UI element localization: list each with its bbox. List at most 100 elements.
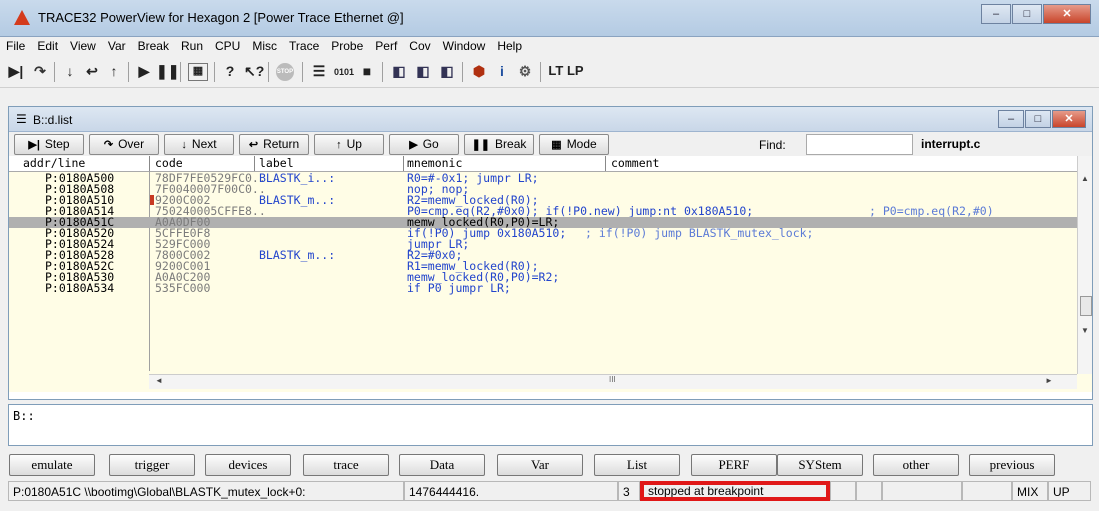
menu-view[interactable]: View xyxy=(64,37,102,53)
window-controls: ‒ □ ✕ xyxy=(980,4,1091,24)
softkey-list[interactable]: List xyxy=(594,454,680,476)
status-cell xyxy=(830,481,856,501)
symbol-icon[interactable]: ◧ xyxy=(414,63,432,81)
scroll-up-arrow-icon[interactable]: ▲ xyxy=(1081,174,1089,183)
menu-break[interactable]: Break xyxy=(132,37,175,53)
list-maximize-button[interactable]: □ xyxy=(1025,110,1051,128)
col-header-comment[interactable]: comment xyxy=(611,156,659,170)
toolbar-separator xyxy=(180,62,181,82)
menu-edit[interactable]: Edit xyxy=(31,37,64,53)
softkey-devices[interactable]: devices xyxy=(205,454,291,476)
ptr-icon[interactable]: ⬢ xyxy=(470,63,488,81)
over-button[interactable]: ↷ Over xyxy=(89,134,159,155)
col-header-addr[interactable]: addr/line xyxy=(23,156,85,170)
horizontal-scroll-grip[interactable]: III xyxy=(609,375,616,384)
stop-icon[interactable]: STOP xyxy=(276,63,294,81)
scroll-right-arrow-icon[interactable]: ► xyxy=(1045,376,1053,385)
list-minimize-button[interactable]: ‒ xyxy=(998,110,1024,128)
listing-row[interactable]: P:0180A534 535FC000 if P0 jumpr LR; xyxy=(9,282,1077,294)
mode-icon: ▦ xyxy=(551,139,562,151)
list-icon[interactable]: ☰ xyxy=(310,63,328,81)
context-help-icon[interactable]: ↖? xyxy=(244,63,264,81)
menu-file[interactable]: File xyxy=(0,37,31,53)
go-icon[interactable]: ▶ xyxy=(136,63,152,81)
softkey-trigger[interactable]: trigger xyxy=(109,454,195,476)
softkey-trace[interactable]: trace xyxy=(303,454,389,476)
scroll-left-arrow-icon[interactable]: ◄ xyxy=(155,376,163,385)
register-icon[interactable]: ■ xyxy=(358,63,376,81)
softkey-other[interactable]: other xyxy=(873,454,959,476)
settings-icon[interactable]: ⚙ xyxy=(516,63,534,81)
status-state: stopped at breakpoint xyxy=(640,481,830,501)
maximize-button[interactable]: □ xyxy=(1012,4,1042,24)
menu-trace[interactable]: Trace xyxy=(283,37,325,53)
find-input[interactable] xyxy=(806,134,913,155)
up-icon[interactable]: ↑ xyxy=(106,63,122,81)
toolbar-separator xyxy=(462,62,463,82)
column-divider[interactable] xyxy=(149,156,150,171)
break-button[interactable]: ❚❚ Break xyxy=(464,134,534,155)
info-icon[interactable]: i xyxy=(494,63,510,81)
over-icon[interactable]: ↷ xyxy=(32,63,48,81)
var-icon[interactable]: ◧ xyxy=(438,63,456,81)
status-mode: MIX xyxy=(1012,481,1048,501)
softkey-perf[interactable]: PERF xyxy=(691,454,777,476)
softkey-var[interactable]: Var xyxy=(497,454,583,476)
return-icon[interactable]: ↩ xyxy=(84,63,100,81)
go-button[interactable]: ▶ Go xyxy=(389,134,459,155)
close-button[interactable]: ✕ xyxy=(1043,4,1091,24)
column-divider[interactable] xyxy=(403,156,404,171)
col-header-code[interactable]: code xyxy=(155,156,183,170)
menu-var[interactable]: Var xyxy=(102,37,132,53)
list-button-row: ▶| Step ↷ Over ↓ Next ↩ Return ↑ Up ▶ Go ❚❚ Bre… xyxy=(9,132,1092,156)
softkey-emulate[interactable]: emulate xyxy=(9,454,95,476)
list-close-button[interactable]: ✕ xyxy=(1052,110,1086,128)
listing-horizontal-scrollbar[interactable]: ◄ III ► xyxy=(149,374,1077,389)
menu-help[interactable]: Help xyxy=(491,37,528,53)
mode-button[interactable]: ▦ Mode xyxy=(539,134,609,155)
status-count: 3 xyxy=(618,481,640,501)
command-line-input[interactable]: B:: xyxy=(8,404,1093,446)
softkey-system[interactable]: SYStem xyxy=(777,454,863,476)
memory-icon[interactable]: 0101 xyxy=(334,63,354,81)
step-icon[interactable]: ▶| xyxy=(8,63,24,81)
mode-icon[interactable]: ▦ xyxy=(188,63,208,81)
over-icon: ↷ xyxy=(103,139,114,151)
status-location: P:0180A51C \\bootimg\Global\BLASTK_mutex… xyxy=(8,481,404,501)
go-icon: ▶ xyxy=(409,139,418,151)
status-value: 1476444416. xyxy=(404,481,618,501)
next-button[interactable]: ↓ Next xyxy=(164,134,234,155)
next-icon: ↓ xyxy=(181,139,187,151)
column-divider[interactable] xyxy=(605,156,606,171)
help-icon[interactable]: ? xyxy=(222,63,238,81)
softkey-data[interactable]: Data xyxy=(399,454,485,476)
break-list-icon[interactable]: ◧ xyxy=(390,63,408,81)
source-file-name: interrupt.c xyxy=(921,137,981,151)
menu-perf[interactable]: Perf xyxy=(369,37,403,53)
break-icon: ❚❚ xyxy=(471,139,491,151)
next-icon[interactable]: ↓ xyxy=(62,63,78,81)
menu-misc[interactable]: Misc xyxy=(246,37,283,53)
listing-vertical-scrollbar[interactable]: ▲ ▼ xyxy=(1077,156,1092,374)
vertical-scroll-thumb[interactable] xyxy=(1080,296,1092,316)
find-label: Find: xyxy=(759,138,786,152)
menu-run[interactable]: Run xyxy=(175,37,209,53)
up-button[interactable]: ↑ Up xyxy=(314,134,384,155)
menu-probe[interactable]: Probe xyxy=(325,37,369,53)
col-header-mnemonic[interactable]: mnemonic xyxy=(407,156,462,170)
scroll-down-arrow-icon[interactable]: ▼ xyxy=(1081,326,1089,335)
menu-bar: File Edit View Var Break Run CPU Misc Trace Probe… xyxy=(0,37,1099,57)
column-divider[interactable] xyxy=(254,156,255,171)
menu-window[interactable]: Window xyxy=(437,37,492,53)
softkey-previous[interactable]: previous xyxy=(969,454,1055,476)
breakpoint-marker-icon[interactable] xyxy=(150,195,154,205)
col-header-label[interactable]: label xyxy=(259,156,294,170)
step-button[interactable]: ▶| Step xyxy=(14,134,84,155)
return-button[interactable]: ↩ Return xyxy=(239,134,309,155)
menu-cpu[interactable]: CPU xyxy=(209,37,246,53)
lt-lp-label[interactable]: LT LP xyxy=(546,63,586,81)
status-direction: UP xyxy=(1048,481,1091,501)
menu-cov[interactable]: Cov xyxy=(403,37,436,53)
minimize-button[interactable]: ‒ xyxy=(981,4,1011,24)
break-icon[interactable]: ❚❚ xyxy=(156,63,179,81)
